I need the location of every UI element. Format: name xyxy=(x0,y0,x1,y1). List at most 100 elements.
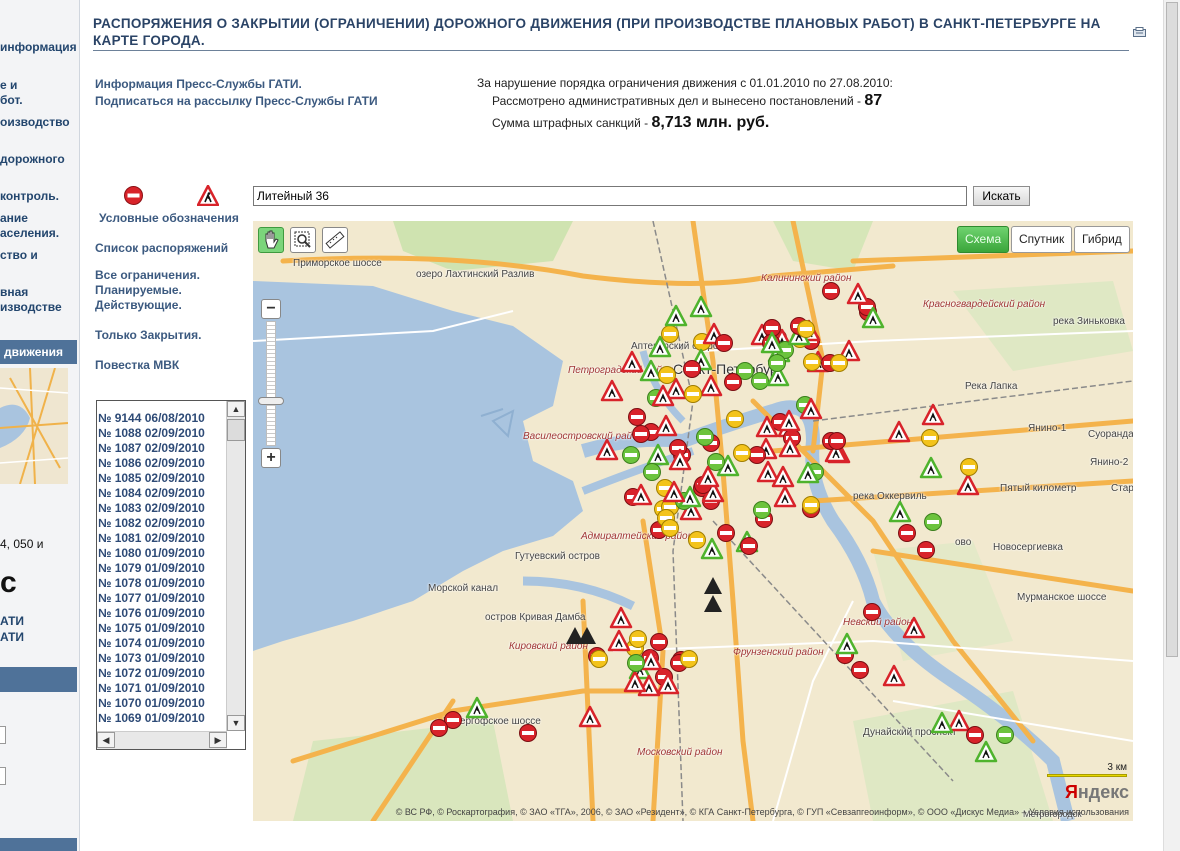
subscribe-link[interactable]: Подписаться на рассылку Пресс-Службы ГАТ… xyxy=(95,94,378,108)
road-planned-icon[interactable] xyxy=(661,325,679,343)
sidebar-link[interactable]: АТИ xyxy=(0,630,24,644)
road-works-icon[interactable] xyxy=(773,485,797,508)
road-works-icon[interactable] xyxy=(974,740,998,763)
sidebar-item[interactable]: бот. xyxy=(0,93,23,107)
sidebar-section-bar[interactable]: движения xyxy=(0,340,77,364)
sidebar-item[interactable]: оизводство xyxy=(0,115,70,129)
sidebar-item[interactable]: ание xyxy=(0,211,28,225)
road-planned-icon[interactable] xyxy=(733,444,751,462)
order-item[interactable]: № 9144 06/08/2010 xyxy=(97,411,225,426)
road-open-icon[interactable] xyxy=(751,372,769,390)
road-open-icon[interactable] xyxy=(707,453,725,471)
order-item[interactable]: № 1070 01/09/2010 xyxy=(97,696,225,711)
road-planned-icon[interactable] xyxy=(688,531,706,549)
heavy-works-icon[interactable] xyxy=(704,595,722,612)
heavy-works-icon[interactable] xyxy=(578,627,596,644)
road-planned-icon[interactable] xyxy=(802,496,820,514)
road-closed-icon[interactable] xyxy=(740,537,758,555)
road-planned-icon[interactable] xyxy=(797,320,815,338)
road-works-icon[interactable] xyxy=(882,664,906,687)
order-item[interactable]: № 1069 01/09/2010 xyxy=(97,711,225,726)
road-works-icon[interactable] xyxy=(888,500,912,523)
order-item[interactable]: № 1078 01/09/2010 xyxy=(97,576,225,591)
list-vertical-scrollbar[interactable]: ▲ ▼ xyxy=(226,401,245,731)
road-open-icon[interactable] xyxy=(996,726,1014,744)
mvk-agenda-link[interactable]: Повестка МВК xyxy=(95,358,179,372)
order-item[interactable]: № 1075 01/09/2010 xyxy=(97,621,225,636)
scroll-right-icon[interactable]: ▶ xyxy=(209,732,227,748)
road-closed-icon[interactable] xyxy=(519,724,537,742)
order-item[interactable]: № 1080 01/09/2010 xyxy=(97,546,225,561)
road-works-icon[interactable] xyxy=(835,632,859,655)
city-map[interactable]: Схема Спутник Гибрид − + Приморское шосс… xyxy=(253,221,1133,821)
road-planned-icon[interactable] xyxy=(680,650,698,668)
road-closed-icon[interactable] xyxy=(748,446,766,464)
heavy-works-icon[interactable] xyxy=(704,577,722,594)
road-open-icon[interactable] xyxy=(924,513,942,531)
road-works-icon[interactable] xyxy=(465,696,489,719)
sidebar-item[interactable]: изводстве xyxy=(0,300,62,314)
road-works-icon[interactable] xyxy=(578,705,602,728)
order-item[interactable]: № 1072 01/09/2010 xyxy=(97,666,225,681)
orders-list-link[interactable]: Список распоряжений xyxy=(95,241,228,255)
scroll-down-icon[interactable]: ▼ xyxy=(227,715,245,731)
print-icon[interactable] xyxy=(1133,27,1146,37)
page-scroll-thumb[interactable] xyxy=(1166,2,1178,657)
sidebar-item[interactable]: ство и xyxy=(0,248,38,262)
road-planned-icon[interactable] xyxy=(684,385,702,403)
sidebar-item[interactable]: дорожного xyxy=(0,152,65,166)
all-restrictions-link[interactable]: Все ограничения. xyxy=(95,268,200,282)
road-closed-icon[interactable] xyxy=(917,541,935,559)
road-open-icon[interactable] xyxy=(768,354,786,372)
road-closed-icon[interactable] xyxy=(715,334,733,352)
order-item[interactable]: № 1077 01/09/2010 xyxy=(97,591,225,606)
road-open-icon[interactable] xyxy=(622,446,640,464)
sidebar-link[interactable]: АТИ xyxy=(0,614,24,628)
road-closed-icon[interactable] xyxy=(430,719,448,737)
road-closed-icon[interactable] xyxy=(628,408,646,426)
road-planned-icon[interactable] xyxy=(629,630,647,648)
road-works-icon[interactable] xyxy=(921,403,945,426)
road-works-icon[interactable] xyxy=(947,709,971,732)
road-planned-icon[interactable] xyxy=(726,410,744,428)
road-closed-icon[interactable] xyxy=(898,524,916,542)
order-item[interactable]: № 1087 02/09/2010 xyxy=(97,441,225,456)
order-item[interactable]: № 1079 01/09/2010 xyxy=(97,561,225,576)
sidebar-item[interactable]: аселения. xyxy=(0,226,59,240)
road-open-icon[interactable] xyxy=(643,463,661,481)
road-works-icon[interactable] xyxy=(699,374,723,397)
scroll-up-icon[interactable]: ▲ xyxy=(227,401,245,417)
road-works-icon[interactable] xyxy=(595,438,619,461)
road-planned-icon[interactable] xyxy=(803,353,821,371)
sidebar-input[interactable] xyxy=(0,767,6,785)
order-item[interactable]: № 1074 01/09/2010 xyxy=(97,636,225,651)
road-planned-icon[interactable] xyxy=(921,429,939,447)
page-scrollbar[interactable] xyxy=(1163,0,1180,851)
order-item[interactable]: № 1073 01/09/2010 xyxy=(97,651,225,666)
order-item[interactable]: № 1085 02/09/2010 xyxy=(97,471,225,486)
road-works-icon[interactable] xyxy=(639,359,663,382)
road-works-icon[interactable] xyxy=(609,606,633,629)
road-works-icon[interactable] xyxy=(607,629,631,652)
map-copyright[interactable]: © ВС РФ, © Роскартография, © ЗАО «ТГА», … xyxy=(253,807,1129,817)
press-service-link[interactable]: Информация Пресс-Службы ГАТИ. xyxy=(95,77,302,91)
road-closed-icon[interactable] xyxy=(863,603,881,621)
order-item[interactable]: № 1083 02/09/2010 xyxy=(97,501,225,516)
road-planned-icon[interactable] xyxy=(658,366,676,384)
sidebar-item[interactable]: контроль. xyxy=(0,189,59,203)
order-item[interactable]: № 1081 02/09/2010 xyxy=(97,531,225,546)
order-item[interactable]: № 1088 02/09/2010 xyxy=(97,426,225,441)
road-open-icon[interactable] xyxy=(627,654,645,672)
road-works-icon[interactable] xyxy=(956,473,980,496)
scroll-thumb[interactable] xyxy=(227,419,245,441)
road-works-icon[interactable] xyxy=(919,456,943,479)
road-closed-icon[interactable] xyxy=(717,524,735,542)
sidebar-item[interactable]: вная xyxy=(0,285,28,299)
sidebar-item[interactable]: е и xyxy=(0,78,17,92)
planned-link[interactable]: Планируемые. xyxy=(95,283,182,297)
road-planned-icon[interactable] xyxy=(590,650,608,668)
legend-link[interactable]: Условные обозначения xyxy=(99,211,239,225)
order-item[interactable]: № 1082 02/09/2010 xyxy=(97,516,225,531)
road-closed-icon[interactable] xyxy=(851,661,869,679)
orders-listbox[interactable]: № 9144 06/08/2010 № 1088 02/09/2010 № 10… xyxy=(96,400,246,750)
